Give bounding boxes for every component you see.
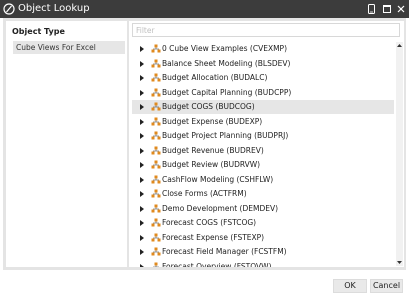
cube-group-icon <box>151 117 161 125</box>
object-type-item-cube-views-for-excel[interactable]: Cube Views For Excel <box>13 41 125 54</box>
expand-arrow-icon[interactable] <box>138 248 146 256</box>
tree-item-label: Budget Capital Planning (BUDCPP) <box>162 87 292 97</box>
object-type-header: Object Type <box>12 27 65 36</box>
cube-group-icon <box>151 102 161 111</box>
dialog-footer: OK Cancel <box>0 270 409 298</box>
expand-arrow-icon[interactable] <box>138 219 146 227</box>
expand-arrow-icon[interactable] <box>138 205 146 213</box>
expand-arrow-icon[interactable] <box>138 147 146 155</box>
filter-input[interactable] <box>132 23 400 37</box>
tree-item-label: Forecast COGS (FSTCOG) <box>162 218 257 227</box>
scroll-up-icon[interactable] <box>396 42 403 49</box>
onestream-logo-icon <box>3 3 15 15</box>
ok-button[interactable]: OK <box>333 279 367 293</box>
expand-arrow-icon[interactable] <box>138 190 146 198</box>
cube-group-icon <box>151 59 161 67</box>
expand-arrow-icon[interactable] <box>138 234 146 242</box>
expand-arrow-icon[interactable] <box>138 132 146 140</box>
expand-arrow-icon[interactable] <box>138 263 146 268</box>
tree-item-label: Demo Development (DEMDEV) <box>162 203 279 213</box>
cube-group-icon <box>151 160 161 169</box>
expand-arrow-icon[interactable] <box>138 60 146 68</box>
tree-item[interactable]: Forecast COGS (FSTCOG) <box>132 216 394 230</box>
tree-item[interactable]: Forecast Overview (FSTOVW) <box>132 260 394 268</box>
cube-group-icon <box>151 189 161 198</box>
tree-item-label: Close Forms (ACTFRM) <box>162 189 247 198</box>
close-button[interactable] <box>393 0 409 18</box>
scroll-down-icon[interactable] <box>396 259 403 266</box>
tree-item[interactable]: Forecast Field Manager (FCSTFM) <box>132 245 394 259</box>
maximize-icon <box>383 5 391 13</box>
tree-item[interactable]: Budget Expense (BUDEXP) <box>132 115 394 129</box>
tree-item-label: Budget COGS (BUDCOG) <box>162 102 255 111</box>
tree-item[interactable]: Budget Project Planning (BUDPRJ) <box>132 129 394 143</box>
cube-group-icon <box>151 88 161 96</box>
tree-item[interactable]: Budget Revenue (BUDREV) <box>132 144 394 158</box>
object-list-panel: 0 Cube View Examples (CVEXMP) Balance She… <box>129 21 404 267</box>
tree-item-label: Forecast Expense (FSTEXP) <box>162 232 265 242</box>
expand-arrow-icon[interactable] <box>138 45 146 53</box>
cube-group-icon <box>151 146 161 154</box>
tree-item-label: Budget Project Planning (BUDPRJ) <box>162 131 289 140</box>
cube-group-icon <box>151 247 161 256</box>
expand-arrow-icon[interactable] <box>138 161 146 169</box>
tree-item-label: Balance Sheet Modeling (BLSDEV) <box>162 58 291 68</box>
vertical-scrollbar[interactable] <box>396 42 403 266</box>
cube-group-icon <box>151 233 161 241</box>
close-icon <box>397 5 405 13</box>
tree-item-label: Budget Review (BUDRVW) <box>162 160 261 169</box>
window-title: Object Lookup <box>18 3 90 14</box>
tree-item[interactable]: Demo Development (DEMDEV) <box>132 202 394 216</box>
tree-item-label: 0 Cube View Examples (CVEXMP) <box>162 44 288 53</box>
dialog-body: Object Type Cube Views For Excel 0 Cube … <box>3 18 406 270</box>
title-bar: Object Lookup <box>0 0 409 18</box>
object-type-panel: Object Type Cube Views For Excel <box>6 21 127 267</box>
cancel-button[interactable]: Cancel <box>370 279 403 293</box>
phone-icon[interactable] <box>363 0 379 18</box>
cube-group-icon <box>153 262 159 267</box>
tree-item[interactable]: Forecast Expense (FSTEXP) <box>132 231 394 245</box>
expand-arrow-icon[interactable] <box>138 89 146 97</box>
cube-group-icon <box>151 175 161 183</box>
tree-item[interactable]: Budget Capital Planning (BUDCPP) <box>132 86 394 100</box>
tree-item[interactable]: Budget Allocation (BUDALC) <box>132 71 394 85</box>
expand-arrow-icon[interactable] <box>138 176 146 184</box>
tree-item-label: Budget Expense (BUDEXP) <box>162 116 263 126</box>
expand-arrow-icon[interactable] <box>138 103 146 111</box>
tree-item-label: Budget Allocation (BUDALC) <box>162 73 268 82</box>
cube-group-icon <box>151 204 161 212</box>
tree-item[interactable]: Budget Review (BUDRVW) <box>132 158 394 172</box>
cube-group-icon <box>151 73 161 82</box>
tree-item[interactable]: Close Forms (ACTFRM) <box>132 187 394 201</box>
tree-item[interactable]: CashFlow Modeling (CSHFLW) <box>132 173 394 187</box>
tree-item[interactable]: Budget COGS (BUDCOG) <box>132 100 394 114</box>
tree-item[interactable]: 0 Cube View Examples (CVEXMP) <box>132 42 394 56</box>
tree-item-label: CashFlow Modeling (CSHFLW) <box>162 174 274 184</box>
expand-arrow-icon[interactable] <box>138 74 146 82</box>
cube-group-icon <box>151 131 161 140</box>
expand-arrow-icon[interactable] <box>138 118 146 126</box>
tree-item-label: Forecast Field Manager (FCSTFM) <box>162 247 287 256</box>
tree-item-label: Budget Revenue (BUDREV) <box>162 145 264 155</box>
tree-item[interactable]: Balance Sheet Modeling (BLSDEV) <box>132 57 394 71</box>
tree-item-label: Forecast Overview (FSTOVW) <box>162 261 272 268</box>
cube-group-icon <box>151 218 161 227</box>
cube-group-icon <box>151 44 161 53</box>
